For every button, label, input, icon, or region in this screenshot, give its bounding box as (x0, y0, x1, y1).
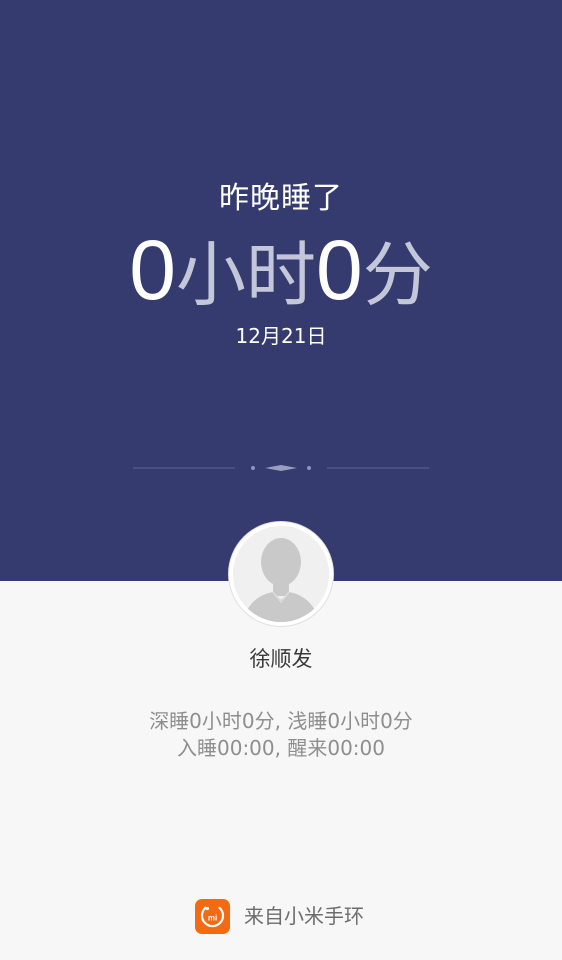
user-avatar (229, 522, 333, 626)
source-attribution: mi 来自小米手环 (195, 898, 364, 934)
duration-hours-unit: 小时 (176, 234, 316, 316)
sleep-summary-header: 昨晚睡了 0小时0分 12月21日 (0, 0, 562, 581)
user-name: 徐顺发 (249, 647, 313, 671)
duration-hours-value: 0 (129, 223, 176, 317)
source-label: 来自小米手环 (244, 904, 364, 928)
duration-minutes-unit: 分 (362, 234, 433, 316)
sleep-share-page: 昨晚睡了 0小时0分 12月21日 徐顺发 深睡0小时0分, 浅睡0小时0分 入… (0, 0, 562, 960)
default-user-avatar-icon (233, 526, 329, 622)
sleep-phase-summary: 深睡0小时0分, 浅睡0小时0分 (149, 709, 413, 733)
decorative-divider (133, 465, 429, 471)
mi-band-app-icon: mi (195, 898, 230, 934)
duration-minutes-value: 0 (316, 223, 363, 317)
sleep-time-summary: 入睡00:00, 醒来00:00 (177, 736, 385, 760)
mi-logo-text: mi (208, 913, 217, 922)
hero-subtitle: 昨晚睡了 (219, 181, 343, 216)
sleep-date: 12月21日 (235, 324, 327, 348)
sleep-stats: 深睡0小时0分, 浅睡0小时0分 入睡00:00, 醒来00:00 (0, 708, 562, 762)
